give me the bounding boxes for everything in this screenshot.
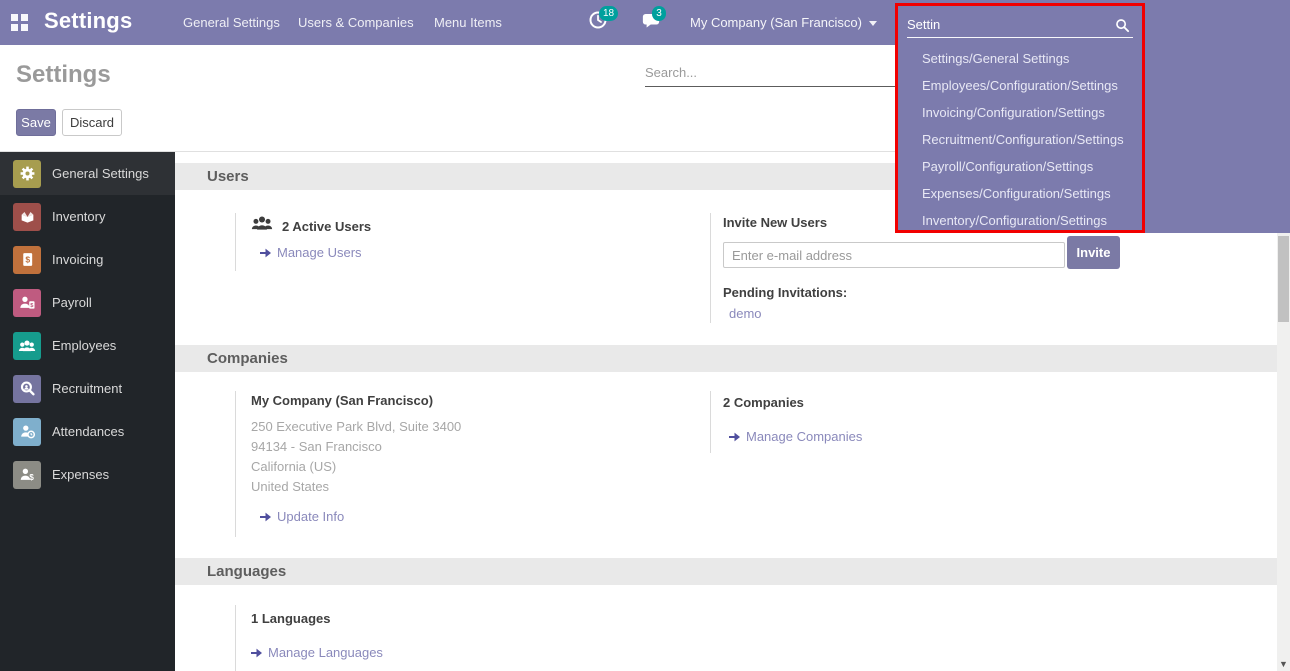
menu-search-highlight-box: Settings/General Settings Employees/Conf… [895,3,1145,233]
sidebar-item-label: Recruitment [52,381,122,396]
scrollbar-thumb[interactable] [1278,236,1289,322]
menu-general-settings[interactable]: General Settings [183,15,280,30]
search-result-item[interactable]: Expenses/Configuration/Settings [898,180,1142,207]
manage-companies-link[interactable]: Manage Companies [729,429,862,444]
company-name: My Company (San Francisco) [251,393,433,408]
apps-grid-icon[interactable] [11,14,28,31]
search-icon[interactable] [1115,18,1130,38]
users-group-icon [251,215,282,238]
sidebar-item-expenses[interactable]: $ Expenses [0,453,175,496]
invoice-icon: $ [13,246,41,274]
payroll-icon: $ [13,289,41,317]
menu-menu-items[interactable]: Menu Items [434,15,502,30]
gear-icon [13,160,41,188]
sidebar-item-label: Inventory [52,209,105,224]
languages-count: 1 Languages [251,611,330,626]
sidebar-item-general-settings[interactable]: General Settings [0,152,175,195]
search-result-item[interactable]: Inventory/Configuration/Settings [898,207,1142,234]
svg-text:$: $ [29,473,34,482]
menu-search-input[interactable] [907,12,1133,38]
menu-search-dropdown-panel: Settings/General Settings Employees/Conf… [895,0,1290,233]
company-address: 250 Executive Park Blvd, Suite 3400 9413… [251,417,461,497]
companies-count: 2 Companies [723,395,804,410]
manage-users-link[interactable]: Manage Users [260,245,362,260]
messages-badge: 3 [652,6,666,21]
odoo-settings-screen: Settings General Settings Users & Compan… [0,0,1290,671]
settings-sidebar: General Settings Inventory $ Invoicing $… [0,152,175,671]
company-selector[interactable]: My Company (San Francisco) [690,15,877,30]
sidebar-item-employees[interactable]: Employees [0,324,175,367]
discard-button[interactable]: Discard [62,109,122,136]
companies-count-box: 2 Companies Manage Companies [710,391,1010,453]
sidebar-item-label: Attendances [52,424,124,439]
sidebar-item-recruitment[interactable]: Recruitment [0,367,175,410]
attendance-icon [13,418,41,446]
page-title: Settings [16,61,111,89]
invite-email-input[interactable] [723,242,1065,268]
active-users-box: 2 Active Users Manage Users [235,213,655,271]
search-result-item[interactable]: Payroll/Configuration/Settings [898,153,1142,180]
app-title[interactable]: Settings [44,8,132,34]
activity-badge: 18 [599,6,618,21]
search-result-item[interactable]: Invoicing/Configuration/Settings [898,99,1142,126]
chevron-down-icon [869,21,877,26]
sidebar-item-inventory[interactable]: Inventory [0,195,175,238]
invite-new-users-label: Invite New Users [723,215,827,230]
messages-button[interactable]: 3 [641,10,661,35]
settings-search-input[interactable] [645,59,895,87]
search-result-item[interactable]: Employees/Configuration/Settings [898,72,1142,99]
languages-box: 1 Languages Manage Languages [235,605,535,671]
sidebar-item-invoicing[interactable]: $ Invoicing [0,238,175,281]
menu-users-companies[interactable]: Users & Companies [298,15,414,30]
menu-search-results: Settings/General Settings Employees/Conf… [898,45,1142,234]
save-button[interactable]: Save [16,109,56,136]
svg-text:$: $ [25,254,30,264]
sidebar-item-label: Payroll [52,295,92,310]
expense-icon: $ [13,461,41,489]
sidebar-item-label: Expenses [52,467,109,482]
invite-button[interactable]: Invite [1067,236,1120,269]
sidebar-item-label: Employees [52,338,116,353]
sidebar-item-attendances[interactable]: Attendances [0,410,175,453]
search-result-item[interactable]: Recruitment/Configuration/Settings [898,126,1142,153]
recruitment-icon [13,375,41,403]
company-info-box: My Company (San Francisco) 250 Executive… [235,391,695,537]
active-users-count: 2 Active Users [282,219,371,234]
employees-icon [13,332,41,360]
activity-button[interactable]: 18 [588,10,608,35]
sidebar-item-label: General Settings [52,166,149,181]
pending-user-link[interactable]: demo [729,306,762,321]
search-result-item[interactable]: Settings/General Settings [898,45,1142,72]
section-header-companies: Companies [175,345,1277,372]
scrollbar-down-arrow[interactable]: ▼ [1277,659,1290,669]
sidebar-item-payroll[interactable]: $ Payroll [0,281,175,324]
pending-invitations-label: Pending Invitations: [723,285,847,300]
section-header-languages: Languages [175,558,1277,585]
box-icon [13,203,41,231]
update-info-link[interactable]: Update Info [260,509,344,524]
manage-languages-link[interactable]: Manage Languages [251,645,383,660]
sidebar-item-label: Invoicing [52,252,103,267]
